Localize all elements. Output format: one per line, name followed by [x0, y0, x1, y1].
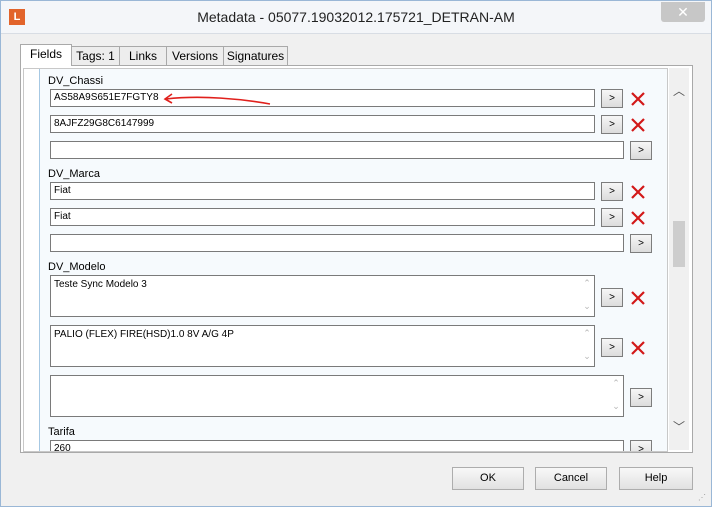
cancel-button[interactable]: Cancel [535, 467, 607, 490]
modelo-value-textarea[interactable]: Teste Sync Modelo 3 ⌃ ⌄ [50, 275, 595, 317]
title-bar: L Metadata - 05077.19032012.175721_DETRA… [1, 1, 711, 34]
fields-scroll-area: DV_Chassi AS58A9S651E7FGTY8 > 8AJFZ29G8C… [23, 68, 668, 452]
tarifa-go-button[interactable]: > [630, 440, 652, 451]
modelo-new-textarea[interactable]: ⌃ ⌄ [50, 375, 624, 417]
chassi-add-button[interactable]: > [630, 141, 652, 160]
chassi-value-input[interactable]: 8AJFZ29G8C6147999 [50, 115, 595, 133]
tab-signatures[interactable]: Signatures [223, 46, 288, 65]
scroll-up-arrow-icon[interactable]: ︿ [669, 82, 689, 100]
window-title: Metadata - 05077.19032012.175721_DETRAN-… [197, 9, 515, 25]
marca-go-button[interactable]: > [601, 208, 623, 227]
scroll-up-icon[interactable]: ⌃ [582, 278, 592, 289]
marca-value-input[interactable]: Fiat [50, 182, 595, 200]
tab-versions[interactable]: Versions [166, 46, 224, 65]
vertical-scrollbar[interactable]: ︿ ﹀ [669, 68, 689, 450]
metadata-window: L Metadata - 05077.19032012.175721_DETRA… [0, 0, 712, 507]
scroll-down-arrow-icon[interactable]: ﹀ [669, 418, 689, 436]
marca-go-button[interactable]: > [601, 182, 623, 201]
close-window-button[interactable]: ✕ [661, 2, 705, 22]
modelo-value-textarea[interactable]: PALIO (FLEX) FIRE(HSD)1.0 8V A/G 4P ⌃ ⌄ [50, 325, 595, 367]
field-label-marca: DV_Marca [48, 168, 100, 180]
annotation-arrow-icon [163, 93, 271, 105]
fields-panel: DV_Chassi AS58A9S651E7FGTY8 > 8AJFZ29G8C… [20, 65, 693, 453]
scroll-up-icon[interactable]: ⌃ [582, 328, 592, 339]
modelo-value-text: PALIO (FLEX) FIRE(HSD)1.0 8V A/G 4P [54, 329, 234, 340]
ok-button[interactable]: OK [452, 467, 524, 490]
marca-value-input[interactable]: Fiat [50, 208, 595, 226]
resize-grip-icon[interactable]: ⋰ [698, 493, 708, 503]
delete-chassi-icon[interactable] [630, 117, 646, 133]
scrollbar-thumb[interactable] [673, 221, 685, 267]
modelo-go-button[interactable]: > [601, 338, 623, 357]
scroll-down-icon[interactable]: ⌄ [582, 351, 592, 362]
modelo-add-button[interactable]: > [630, 388, 652, 407]
field-label-chassi: DV_Chassi [48, 75, 104, 87]
fields-list: DV_Chassi AS58A9S651E7FGTY8 > 8AJFZ29G8C… [39, 69, 667, 451]
chassi-new-input[interactable] [50, 141, 624, 159]
scroll-down-icon[interactable]: ⌄ [611, 401, 621, 412]
delete-chassi-icon[interactable] [630, 91, 646, 107]
tab-tags[interactable]: Tags: 1 [71, 46, 120, 65]
delete-modelo-icon[interactable] [630, 290, 646, 306]
tab-fields[interactable]: Fields [20, 44, 72, 66]
modelo-go-button[interactable]: > [601, 288, 623, 307]
tarifa-value-input[interactable]: 260 [50, 440, 624, 451]
chassi-go-button[interactable]: > [601, 115, 623, 134]
field-label-tarifa: Tarifa [48, 426, 75, 438]
modelo-value-text: Teste Sync Modelo 3 [54, 279, 147, 290]
delete-modelo-icon[interactable] [630, 340, 646, 356]
marca-add-button[interactable]: > [630, 234, 652, 253]
chassi-go-button[interactable]: > [601, 89, 623, 108]
marca-new-input[interactable] [50, 234, 624, 252]
scroll-up-icon[interactable]: ⌃ [611, 378, 621, 389]
field-label-modelo: DV_Modelo [48, 261, 106, 273]
chassi-value-input[interactable]: AS58A9S651E7FGTY8 [50, 89, 595, 107]
scroll-down-icon[interactable]: ⌄ [582, 301, 592, 312]
delete-marca-icon[interactable] [630, 210, 646, 226]
tab-links[interactable]: Links [119, 46, 167, 65]
help-button[interactable]: Help [619, 467, 693, 490]
delete-marca-icon[interactable] [630, 184, 646, 200]
